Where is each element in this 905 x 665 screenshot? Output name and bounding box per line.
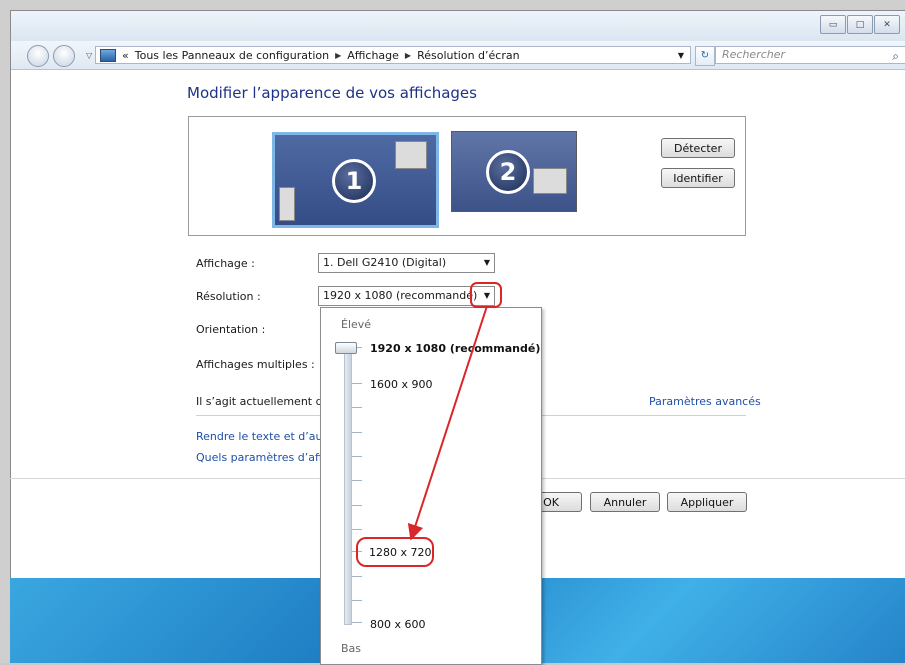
annotation-arrow-icon [407,305,488,541]
